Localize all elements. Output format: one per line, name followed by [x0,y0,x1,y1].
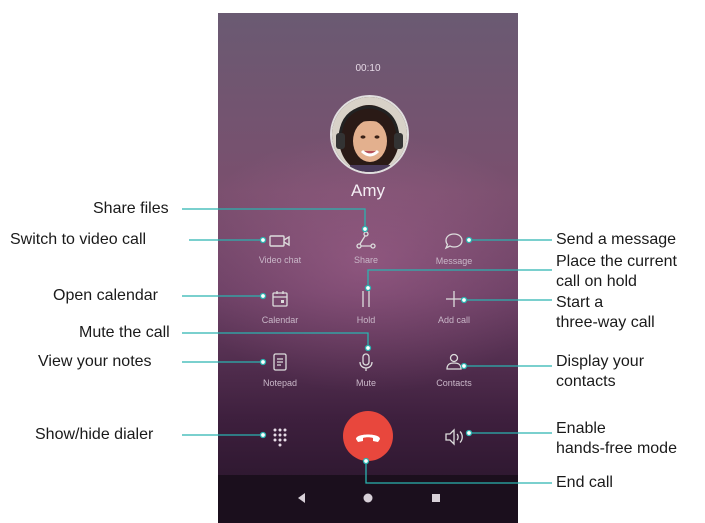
callout-three-way-line1: Start a [556,294,604,311]
callout-contacts-line2: contacts [556,373,616,390]
callout-view-notes: View your notes [38,353,152,370]
callout-show-dialer: Show/hide dialer [35,426,154,443]
callout-three-way-line2: three-way call [556,314,655,331]
callout-handsfree-line1: Enable [556,420,606,437]
callout-end-call: End call [556,474,613,491]
callout-open-calendar: Open calendar [53,287,158,304]
callout-mute-call: Mute the call [79,324,170,341]
callout-handsfree-line2: hands-free mode [556,440,677,457]
callout-hold-line2: call on hold [556,273,637,290]
callout-hold-line1: Place the current [556,253,677,270]
callout-send-message: Send a message [556,231,677,248]
callout-contacts-line1: Display your [556,353,645,370]
callout-switch-video: Switch to video call [10,231,147,248]
callout-share-files: Share files [93,200,169,217]
